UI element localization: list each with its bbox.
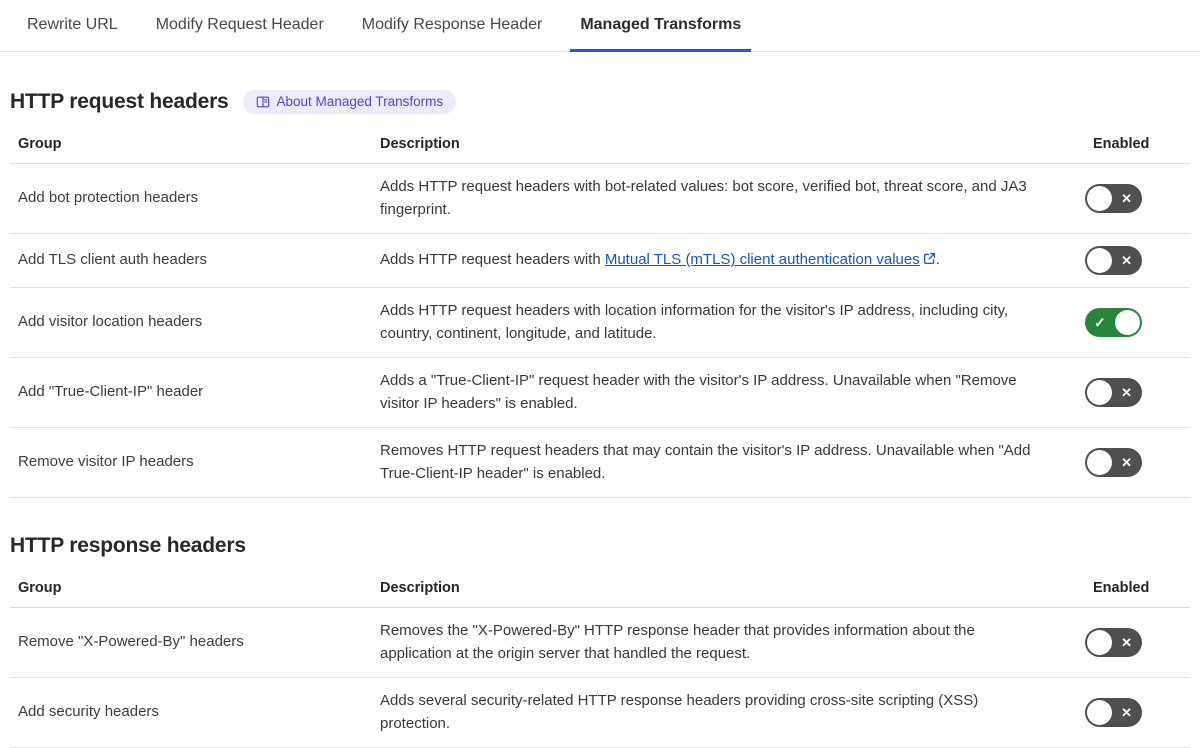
column-header-description: Description bbox=[380, 580, 460, 596]
tab-modify-response-header[interactable]: Modify Response Header bbox=[352, 0, 553, 52]
description-cell: Adds HTTP request headers with bot-relat… bbox=[380, 178, 1027, 218]
http-response-headers-section: HTTP response headers Group Description … bbox=[10, 534, 1190, 748]
enabled-toggle-security-headers[interactable] bbox=[1085, 698, 1142, 727]
description-cell: Adds HTTP request headers with location … bbox=[380, 302, 1009, 342]
column-header-description: Description bbox=[380, 136, 460, 152]
description-text: Adds HTTP request headers with bbox=[380, 250, 605, 268]
table-row-remove-visitor-ip: Remove visitor IP headers Removes HTTP r… bbox=[10, 428, 1190, 498]
description-cell: Removes the "X-Powered-By" HTTP response… bbox=[380, 622, 975, 662]
enabled-toggle-x-powered-by[interactable] bbox=[1085, 628, 1142, 657]
toggle-knob bbox=[1087, 380, 1112, 405]
badge-label: About Managed Transforms bbox=[276, 94, 444, 110]
toggle-knob bbox=[1087, 700, 1112, 725]
enabled-toggle-visitor-location[interactable] bbox=[1085, 308, 1142, 337]
response-headers-table: Group Description Enabled Remove "X-Powe… bbox=[10, 572, 1190, 748]
response-section-title: HTTP response headers bbox=[10, 534, 246, 557]
table-row-tls-client-auth: Add TLS client auth headers Adds HTTP re… bbox=[10, 234, 1190, 288]
request-headers-table: Group Description Enabled Add bot protec… bbox=[10, 128, 1190, 498]
tab-managed-transforms[interactable]: Managed Transforms bbox=[570, 0, 752, 52]
group-cell: Remove "X-Powered-By" headers bbox=[18, 633, 244, 651]
enabled-toggle-remove-visitor-ip[interactable] bbox=[1085, 448, 1142, 477]
group-cell: Add visitor location headers bbox=[18, 313, 203, 331]
group-cell: Add "True-Client-IP" header bbox=[18, 383, 204, 401]
description-cell: Adds HTTP request headers with Mutual TL… bbox=[372, 237, 1085, 285]
group-cell: Remove visitor IP headers bbox=[18, 453, 194, 471]
request-section-title: HTTP request headers bbox=[10, 90, 229, 113]
column-header-enabled: Enabled bbox=[1093, 136, 1150, 152]
toggle-knob bbox=[1087, 186, 1112, 211]
description-cell: Adds several security-related HTTP respo… bbox=[380, 692, 979, 732]
tab-modify-request-header[interactable]: Modify Request Header bbox=[146, 0, 334, 52]
table-row-true-client-ip: Add "True-Client-IP" header Adds a "True… bbox=[10, 358, 1190, 428]
column-header-group: Group bbox=[18, 136, 62, 152]
description-text: . bbox=[935, 250, 940, 268]
enabled-toggle-tls-client-auth[interactable] bbox=[1085, 246, 1142, 275]
description-cell: Removes HTTP request headers that may co… bbox=[380, 442, 1031, 482]
table-row-bot-protection: Add bot protection headers Adds HTTP req… bbox=[10, 164, 1190, 234]
mtls-docs-link[interactable]: Mutual TLS (mTLS) client authentication … bbox=[605, 251, 920, 268]
column-header-enabled: Enabled bbox=[1093, 580, 1150, 596]
about-managed-transforms-link[interactable]: About Managed Transforms bbox=[242, 90, 457, 114]
toggle-knob bbox=[1115, 310, 1140, 335]
group-cell: Add security headers bbox=[18, 703, 159, 721]
http-request-headers-section: HTTP request headers About Managed Trans… bbox=[10, 90, 1190, 498]
table-row-visitor-location: Add visitor location headers Adds HTTP r… bbox=[10, 288, 1190, 358]
description-cell: Adds a "True-Client-IP" request header w… bbox=[380, 372, 1017, 412]
book-icon bbox=[256, 95, 270, 109]
toggle-knob bbox=[1087, 450, 1112, 475]
group-cell: Add TLS client auth headers bbox=[18, 251, 208, 269]
toggle-knob bbox=[1087, 630, 1112, 655]
toggle-knob bbox=[1087, 248, 1112, 273]
external-link-icon bbox=[923, 250, 936, 273]
table-row-security-headers: Add security headers Adds several securi… bbox=[10, 678, 1190, 748]
tab-rewrite-url[interactable]: Rewrite URL bbox=[17, 0, 128, 52]
table-header-row: Group Description Enabled bbox=[10, 128, 1190, 164]
group-cell: Add bot protection headers bbox=[18, 189, 199, 207]
column-header-group: Group bbox=[18, 580, 62, 596]
transform-rules-tabbar: Rewrite URL Modify Request Header Modify… bbox=[0, 0, 1200, 52]
enabled-toggle-true-client-ip[interactable] bbox=[1085, 378, 1142, 407]
table-header-row: Group Description Enabled bbox=[10, 572, 1190, 608]
enabled-toggle-bot-protection[interactable] bbox=[1085, 184, 1142, 213]
table-row-x-powered-by: Remove "X-Powered-By" headers Removes th… bbox=[10, 608, 1190, 678]
